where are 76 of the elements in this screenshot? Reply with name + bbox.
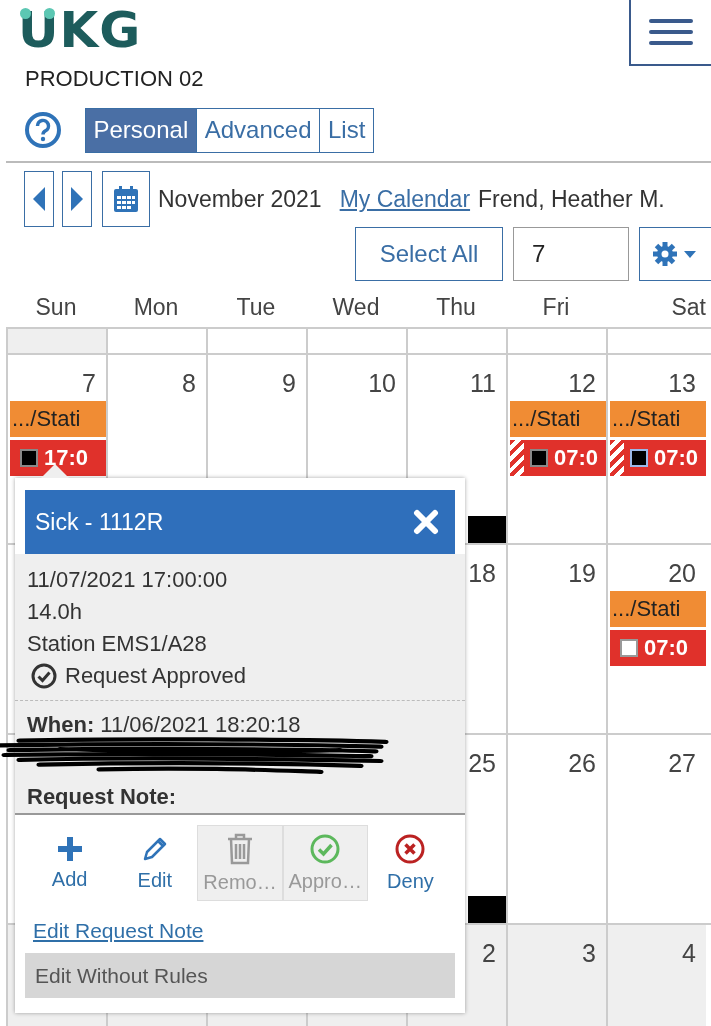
event-label[interactable]: .../Stati [610,401,706,437]
shift-time: 07:0 [654,445,699,471]
checkbox[interactable] [530,449,548,467]
event-label[interactable]: .../Stati [10,401,106,437]
left-triangle-icon [33,187,45,211]
event-label[interactable]: .../Stati [610,591,706,627]
weekday-header: Thu [435,293,477,322]
checkbox[interactable] [20,449,38,467]
checkbox[interactable] [630,449,648,467]
day-field[interactable]: 7 [513,227,629,281]
day-number: 20 [668,559,696,588]
day-number: 9 [282,369,296,398]
tab[interactable]: Advanced [195,107,321,153]
detail-text: 14.0h [27,598,84,626]
weekday-header: Wed [331,293,381,322]
settings-button[interactable] [639,227,711,281]
select-all-button[interactable]: Select All [355,227,503,281]
month-label: November 2021 [158,185,322,213]
weekday-header: Fri [541,293,571,322]
day-number: 2 [482,939,496,968]
x-circle-icon [395,833,426,864]
day-number: 7 [82,369,96,398]
day-number: 18 [468,559,496,588]
my-calendar-link[interactable]: My Calendar [339,185,471,213]
edit-without-rules-button[interactable]: Edit Without Rules [25,953,455,998]
weekday-header: Tue [235,293,277,322]
environment-label: PRODUCTION 02 [24,65,205,93]
weekday-header: Sat [670,293,706,322]
day-number: 13 [668,369,696,398]
weekday-header: Mon [132,293,180,322]
day-number: 8 [182,369,196,398]
help-icon[interactable] [24,111,62,149]
day-number: 27 [668,749,696,778]
logo: UKG [17,0,142,60]
menu-button[interactable] [629,0,711,66]
day-number: 19 [568,559,596,588]
employee-name: Frend, Heather M. [478,185,665,213]
shift-bar[interactable]: 07:0 [610,630,706,666]
calendar-icon [114,186,138,212]
tab[interactable]: Personal [84,107,198,153]
day-number: 3 [582,939,596,968]
day-number: 10 [368,369,396,398]
day-number: 26 [568,749,596,778]
checkbox[interactable] [620,639,638,657]
detail-text: Station EMS1/A28 [27,630,208,658]
day-number: 4 [682,939,696,968]
shift-bar[interactable]: 07:0 [610,440,706,476]
day-number: 25 [468,749,496,778]
plus-icon [56,835,83,862]
tab[interactable]: List [319,107,375,153]
close-icon[interactable] [413,509,439,535]
shift-time: 07:0 [554,445,599,471]
shift-bar[interactable]: 07:0 [510,440,606,476]
trash-icon [226,832,254,865]
settings-icon [652,241,698,267]
status-text: Request Approved [65,662,247,690]
shift-time: 17:0 [44,445,89,471]
event-label[interactable]: .../Stati [510,401,606,437]
day-number: 12 [568,369,596,398]
previous-button[interactable] [24,171,54,227]
when-label: When: [27,712,95,737]
check-circle-icon [310,833,341,864]
shift-bar[interactable]: 17:0 [10,440,106,476]
when-value: 11/06/2021 18:20:18 [100,712,301,737]
request-note-label: Request Note: [27,784,177,809]
day-number: 11 [470,369,496,398]
popup-title: Sick - 1112R [35,508,164,536]
detail-text: 11/07/2021 17:00:00 [27,566,229,594]
edit-request-note-link[interactable]: Edit Request Note [33,919,204,943]
check-circle-icon [31,663,57,689]
shift-time: 07:0 [644,635,689,661]
right-triangle-icon [71,187,83,211]
weekday-header: Sun [34,293,78,322]
next-button[interactable] [62,171,92,227]
menu-icon [649,19,693,45]
calendar-button[interactable] [102,171,150,227]
